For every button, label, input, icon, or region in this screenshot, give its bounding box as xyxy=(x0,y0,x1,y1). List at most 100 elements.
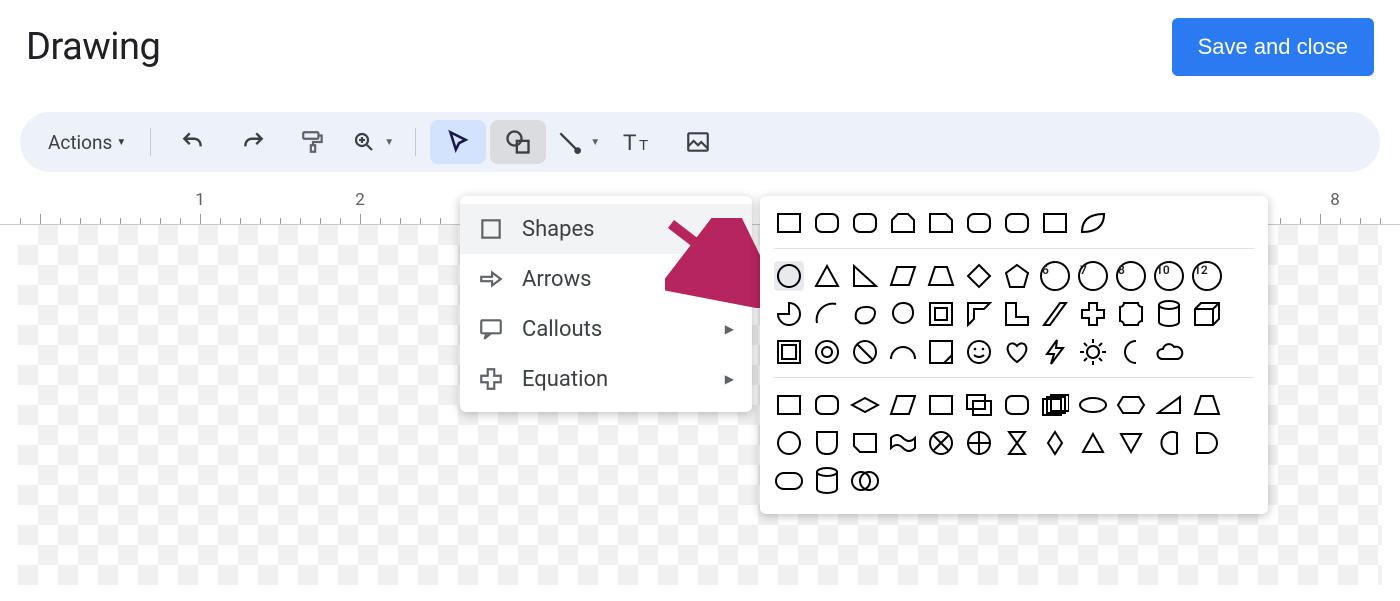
panel-separator xyxy=(774,248,1254,249)
shape-option-folded[interactable] xyxy=(926,337,956,367)
shape-option-donut[interactable] xyxy=(812,337,842,367)
shape-option-round-rect[interactable] xyxy=(812,390,842,420)
shape-option-sun[interactable] xyxy=(1078,337,1108,367)
shape-option-right-triangle[interactable] xyxy=(850,261,880,291)
shape-option-diamond[interactable] xyxy=(964,261,994,291)
submenu-arrow-icon: ▶ xyxy=(725,322,734,336)
shape-option-cloud[interactable] xyxy=(1154,337,1184,367)
shape-option-no-symbol[interactable] xyxy=(850,337,880,367)
caret-down-icon: ▼ xyxy=(590,137,600,148)
image-icon xyxy=(685,129,711,155)
shape-option-parallelogram[interactable] xyxy=(888,390,918,420)
shape-option-cylinder[interactable] xyxy=(1154,299,1184,329)
image-tool-button[interactable] xyxy=(670,120,726,164)
shape-option-stack[interactable] xyxy=(964,390,994,420)
shape-option-cylinder[interactable] xyxy=(812,466,842,496)
shape-option-moon[interactable] xyxy=(1116,337,1146,367)
shape-option-rect[interactable] xyxy=(774,390,804,420)
actions-menu-button[interactable]: Actions ▼ xyxy=(42,120,132,164)
save-and-close-button[interactable]: Save and close xyxy=(1172,18,1374,76)
shape-option-frame[interactable] xyxy=(926,299,956,329)
panel-separator xyxy=(774,377,1254,378)
undo-icon xyxy=(180,129,206,155)
shape-option-leaf[interactable] xyxy=(1078,208,1108,238)
shape-option-overlap-circle[interactable] xyxy=(850,466,880,496)
menu-item-shapes[interactable]: Shapes ▶ xyxy=(460,204,752,254)
shape-option-rect[interactable] xyxy=(774,208,804,238)
shape-option-round-rect[interactable] xyxy=(812,208,842,238)
shape-option-d-shape[interactable] xyxy=(1192,428,1222,458)
line-tool-button[interactable]: ▼ xyxy=(550,120,606,164)
shape-option-circle[interactable] xyxy=(774,261,804,291)
menu-item-callouts[interactable]: Callouts ▶ xyxy=(460,304,752,354)
shape-option-snip-top[interactable] xyxy=(888,208,918,238)
shape-option-arc[interactable] xyxy=(812,299,842,329)
shape-option-heart[interactable] xyxy=(1002,337,1032,367)
shape-option-shield[interactable] xyxy=(812,428,842,458)
shape-option-smiley[interactable] xyxy=(964,337,994,367)
shape-option-wave[interactable] xyxy=(888,428,918,458)
menu-item-equation[interactable]: Equation ▶ xyxy=(460,354,752,404)
shape-option-pentagon[interactable] xyxy=(1002,261,1032,291)
menu-item-arrows[interactable]: Arrows ▶ xyxy=(460,254,752,304)
shape-option-round-rect[interactable] xyxy=(1002,208,1032,238)
shape-option-arc2[interactable] xyxy=(888,337,918,367)
shape-option-trapezoid[interactable] xyxy=(1192,390,1222,420)
shape-option-snip-corner[interactable] xyxy=(926,208,956,238)
paint-format-button[interactable] xyxy=(285,120,341,164)
shape-tool-button[interactable] xyxy=(490,120,546,164)
shape-option-l-shape[interactable] xyxy=(1002,299,1032,329)
shape-option-badge-8[interactable]: 8 xyxy=(1116,261,1146,291)
shape-option-rect[interactable] xyxy=(926,390,956,420)
shape-option-badge-12[interactable]: 12 xyxy=(1192,261,1222,291)
shape-option-cube[interactable] xyxy=(1192,299,1222,329)
select-tool-button[interactable] xyxy=(430,120,486,164)
shape-option-badge-6[interactable]: 6 xyxy=(1040,261,1070,291)
shape-option-chord[interactable] xyxy=(1154,428,1184,458)
textbox-tool-button[interactable]: TT xyxy=(610,120,666,164)
shape-option-round-rect[interactable] xyxy=(850,208,880,238)
undo-button[interactable] xyxy=(165,120,221,164)
shape-option-hourglass[interactable] xyxy=(1002,428,1032,458)
shape-option-pie[interactable] xyxy=(774,299,804,329)
caret-down-icon: ▼ xyxy=(384,137,394,148)
shape-option-teardrop[interactable] xyxy=(888,299,918,329)
shape-option-diamond-thin[interactable] xyxy=(850,390,880,420)
submenu-arrow-icon: ▶ xyxy=(725,272,734,286)
shape-option-wedge[interactable] xyxy=(1154,390,1184,420)
shape-option-capsule[interactable] xyxy=(774,466,804,496)
shape-option-blob[interactable] xyxy=(850,299,880,329)
shape-option-half-frame[interactable] xyxy=(964,299,994,329)
menu-item-label: Shapes xyxy=(522,217,595,242)
shape-option-bevel[interactable] xyxy=(774,337,804,367)
shape-option-round-rect[interactable] xyxy=(964,208,994,238)
shape-option-parallelogram[interactable] xyxy=(888,261,918,291)
shape-option-oval-wide[interactable] xyxy=(1078,390,1108,420)
redo-button[interactable] xyxy=(225,120,281,164)
shape-option-bolt[interactable] xyxy=(1040,337,1070,367)
shape-option-slash[interactable] xyxy=(1040,299,1070,329)
shape-option-badge-10[interactable]: 10 xyxy=(1154,261,1184,291)
shape-option-stack2[interactable] xyxy=(1040,390,1070,420)
shape-option-circle[interactable] xyxy=(774,428,804,458)
shape-option-circle-x[interactable] xyxy=(926,428,956,458)
submenu-arrow-icon: ▶ xyxy=(725,372,734,386)
zoom-button[interactable]: ▼ xyxy=(345,120,401,164)
shape-option-round-rect[interactable] xyxy=(1002,390,1032,420)
arrow-right-outline-icon xyxy=(478,266,504,292)
shape-option-circle-plus[interactable] xyxy=(964,428,994,458)
shape-option-plaque[interactable] xyxy=(1116,299,1146,329)
shape-option-rect[interactable] xyxy=(1040,208,1070,238)
shape-option-badge-7[interactable]: 7 xyxy=(1078,261,1108,291)
shape-option-cross[interactable] xyxy=(1078,299,1108,329)
shape-option-diamond-small[interactable] xyxy=(1040,428,1070,458)
shape-option-triangle[interactable] xyxy=(812,261,842,291)
shape-option-triangle-down[interactable] xyxy=(1116,428,1146,458)
actions-label: Actions xyxy=(48,131,112,154)
shape-option-trapezoid[interactable] xyxy=(926,261,956,291)
shape-option-cut-rect[interactable] xyxy=(850,428,880,458)
shape-option-hexagon-wide[interactable] xyxy=(1116,390,1146,420)
ruler-label: 2 xyxy=(355,190,365,210)
shape-option-triangle-up[interactable] xyxy=(1078,428,1108,458)
menu-item-label: Callouts xyxy=(522,317,602,342)
